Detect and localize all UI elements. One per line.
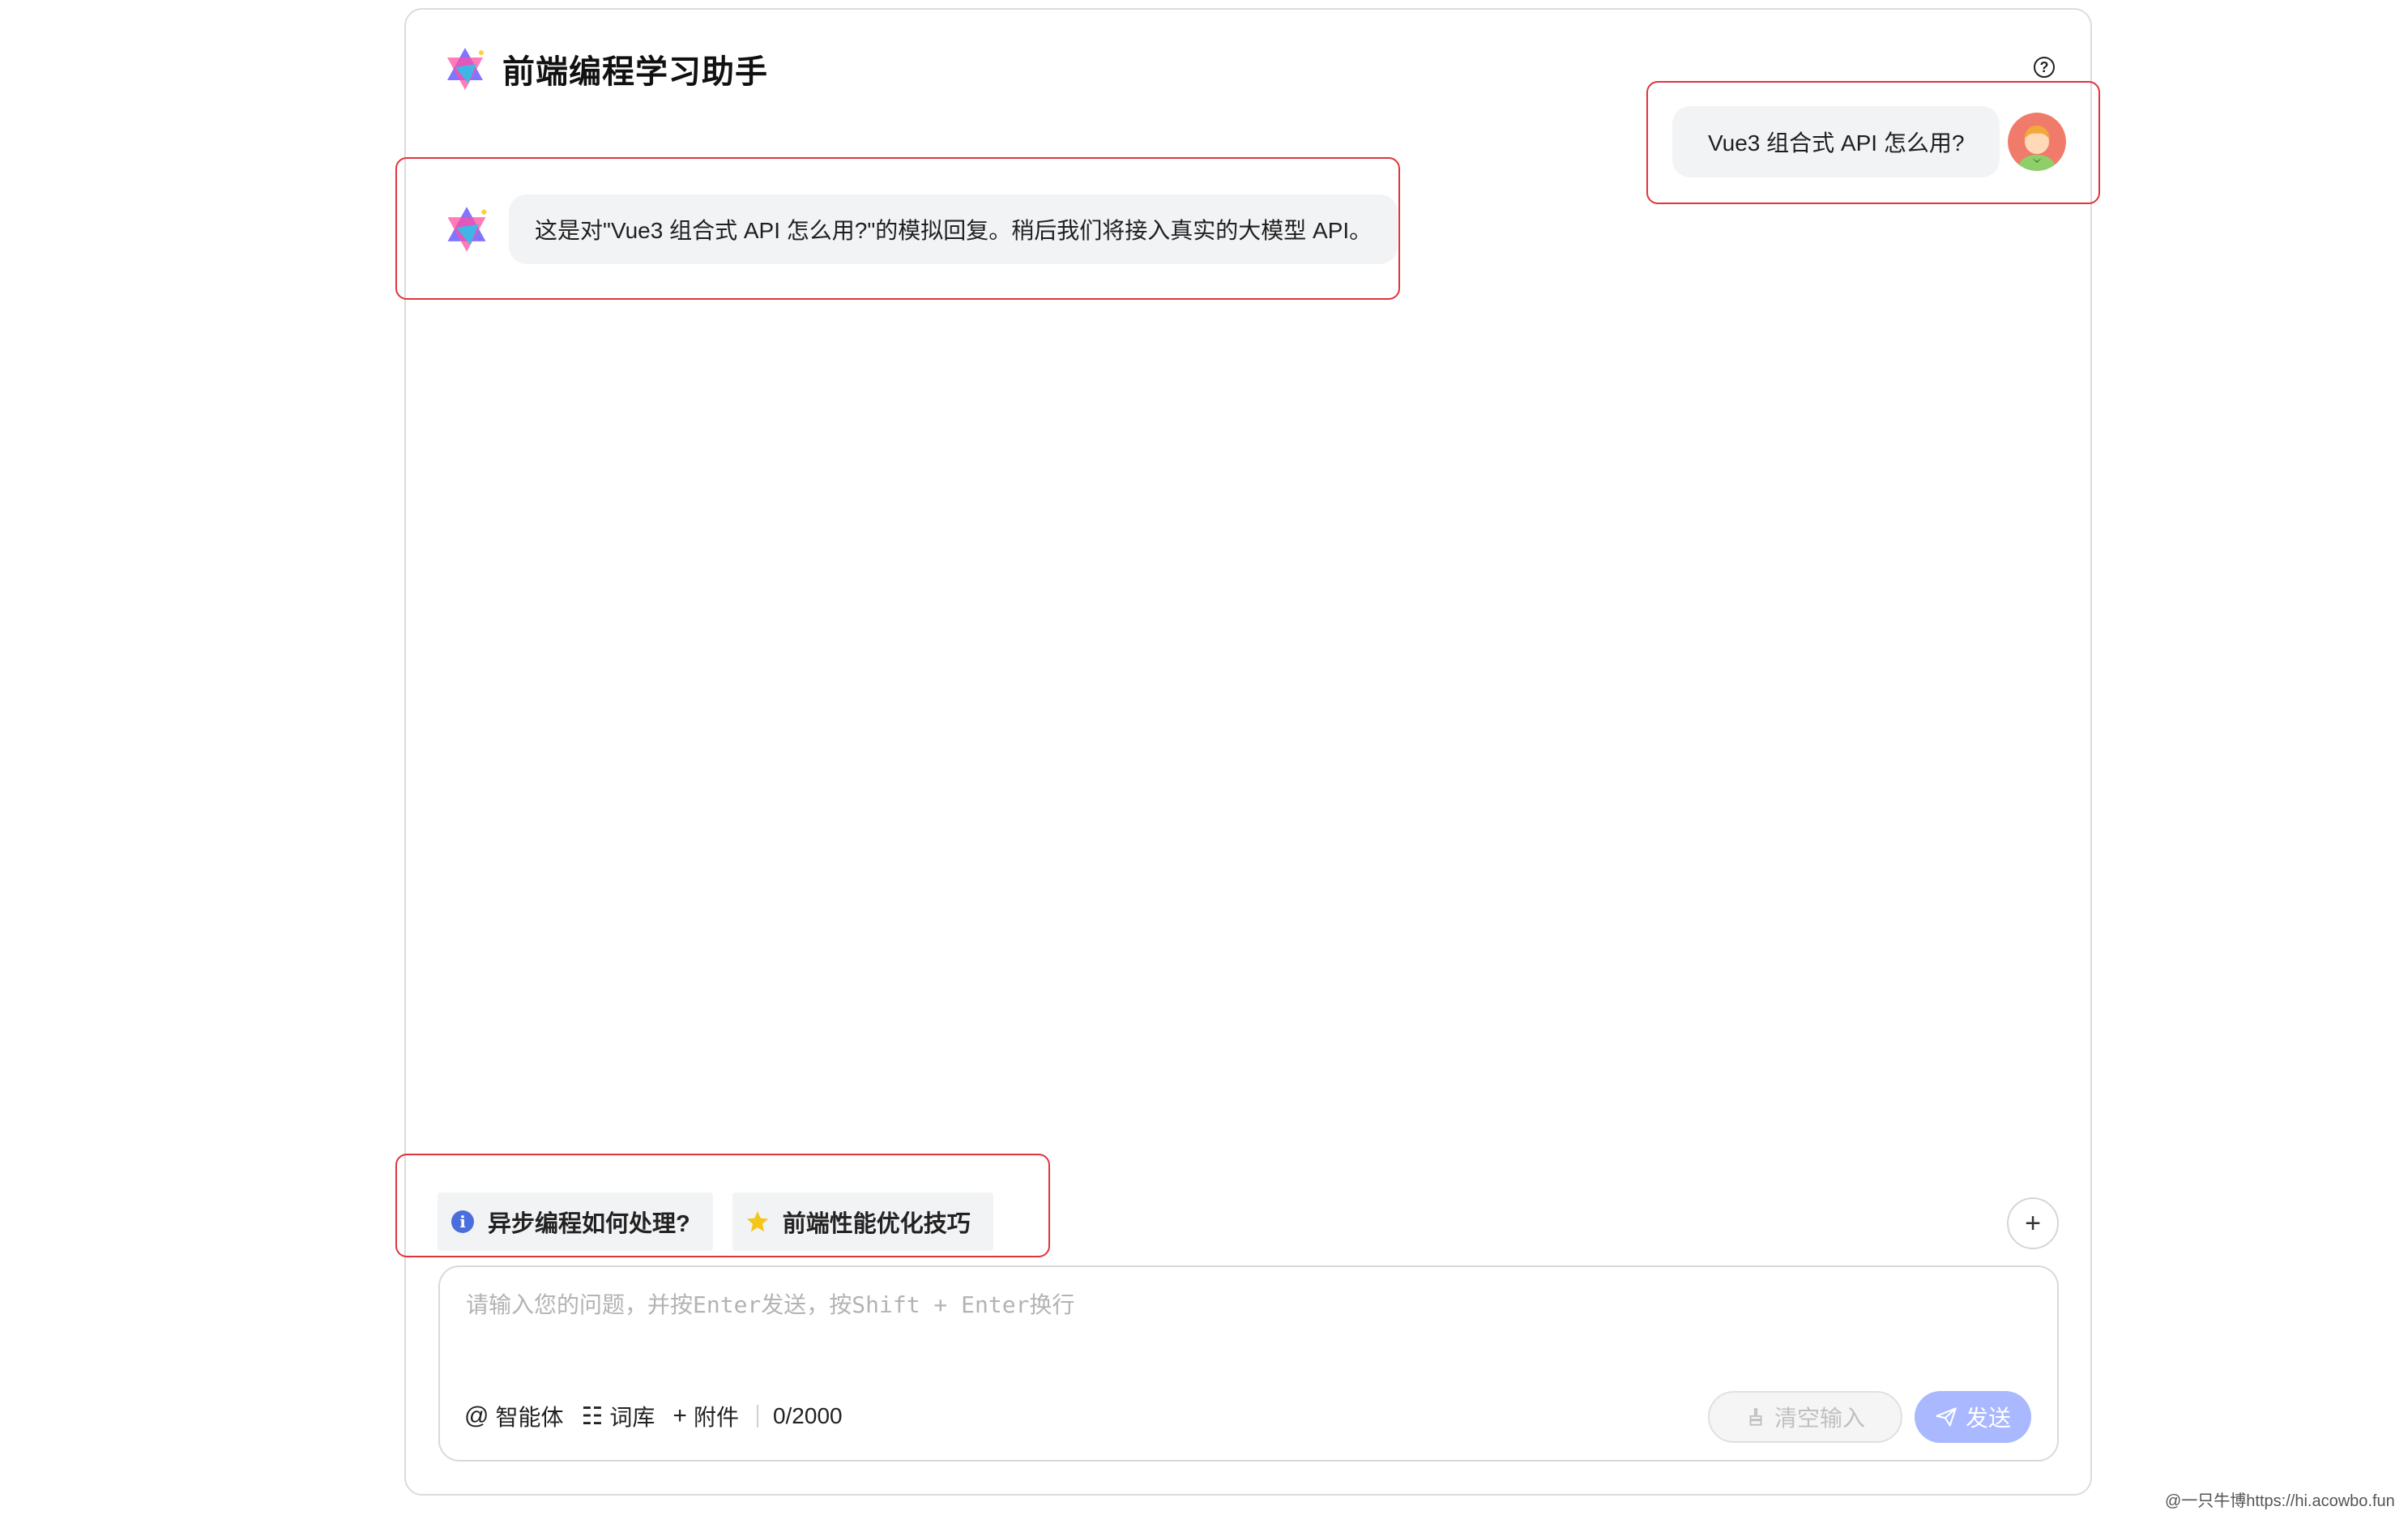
clear-input-label: 清空输入 [1774,1406,1865,1431]
prompt-performance-tips[interactable]: 前端性能优化技巧 [732,1193,993,1251]
user-message-bubble: Vue3 组合式 API 怎么用? [1672,106,2000,177]
user-message: Vue3 组合式 API 怎么用? [1672,106,2067,177]
library-button[interactable]: ☷ 词库 [581,1400,655,1432]
send-label: 发送 [1965,1406,2011,1431]
prompt-label: 异步编程如何处理? [488,1211,690,1237]
user-avatar [2008,113,2067,171]
watermark: @一只牛博https://hi.acowbo.fun [2165,1492,2395,1510]
plus-icon: + [672,1402,687,1429]
app-logo-icon [447,48,484,90]
assistant-message-bubble: 这是对"Vue3 组合式 API 怎么用?"的模拟回复。稍后我们将接入真实的大模… [509,194,1398,264]
clear-input-button[interactable]: 清空输入 [1708,1391,1902,1443]
app-header: 前端编程学习助手 [441,42,768,96]
broom-icon [1745,1406,1766,1428]
info-icon: i [450,1210,475,1234]
input-toolbar: @ 智能体 ☷ 词库 + 附件 0/2000 [464,1400,843,1432]
send-button[interactable]: 发送 [1915,1391,2031,1443]
attachment-label: 附件 [693,1405,739,1430]
chat-input[interactable] [466,1291,2005,1318]
prompt-async-programming[interactable]: i 异步编程如何处理? [438,1193,713,1251]
chat-input-box: @ 智能体 ☷ 词库 + 附件 0/2000 清空输入 发送 [438,1265,2059,1462]
agent-label: 智能体 [495,1405,564,1430]
send-icon [1935,1406,1958,1428]
app-title: 前端编程学习助手 [502,54,768,90]
add-prompt-button[interactable]: + [2007,1197,2059,1249]
attachment-button[interactable]: + 附件 [672,1400,739,1432]
agent-button[interactable]: @ 智能体 [464,1400,563,1432]
help-icon[interactable]: ? [2034,57,2055,78]
assistant-avatar-icon [447,207,487,252]
toolbar-divider [756,1405,758,1428]
prompt-label: 前端性能优化技巧 [782,1211,971,1237]
char-counter: 0/2000 [772,1403,843,1428]
at-icon: @ [464,1402,489,1429]
list-icon: ☷ [581,1402,604,1430]
star-icon [745,1210,770,1234]
assistant-message: 这是对"Vue3 组合式 API 怎么用?"的模拟回复。稍后我们将接入真实的大模… [441,194,1398,264]
library-label: 词库 [609,1405,655,1430]
suggested-prompts: i 异步编程如何处理? 前端性能优化技巧 [438,1193,1013,1251]
